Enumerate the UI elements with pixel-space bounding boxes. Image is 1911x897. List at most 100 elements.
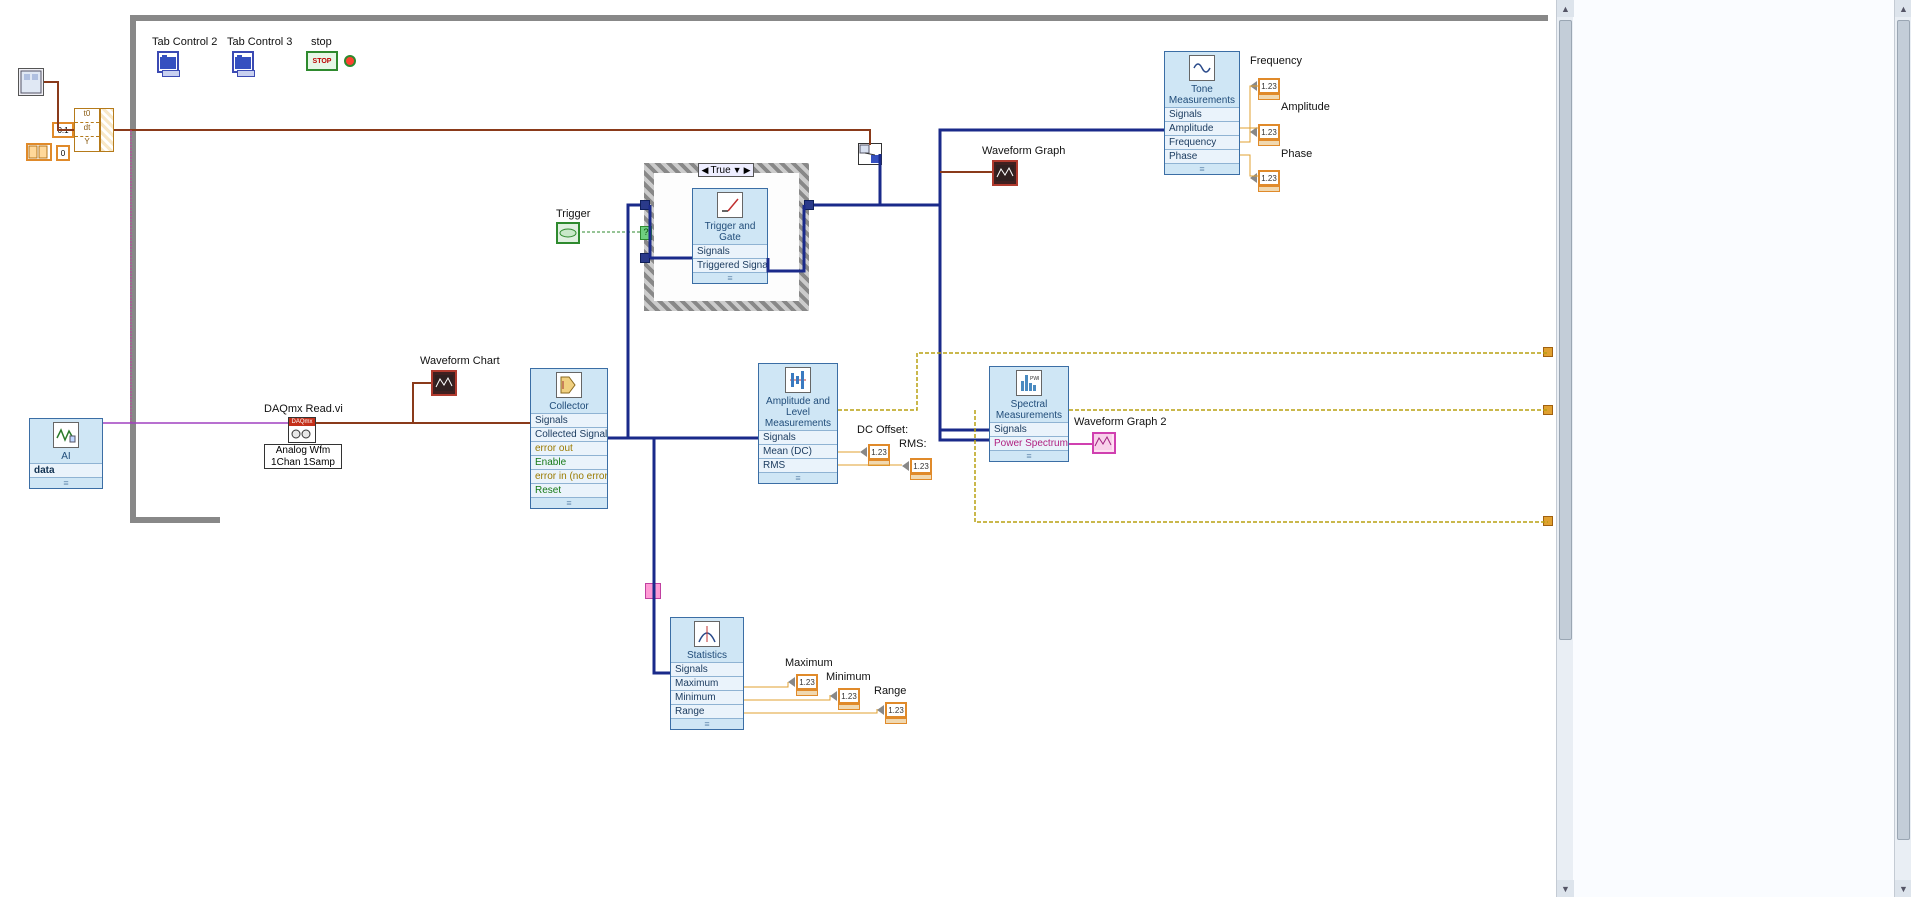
trigger-gate-row-triggered[interactable]: Triggered Signals [693,258,767,272]
express-collector[interactable]: Collector Signals Collected Signals erro… [530,368,608,509]
indicator-frequency[interactable]: 1.23 [1250,78,1280,94]
tone-row-signals[interactable]: Signals [1165,107,1239,121]
label-waveform-graph: Waveform Graph [982,145,1065,157]
label-tab-control-3: Tab Control 3 [227,36,292,48]
express-amp-level[interactable]: Amplitude and Level Measurements Signals… [758,363,838,484]
vertical-scrollbar-outer[interactable]: ▲ ▼ [1894,0,1911,897]
collector-row-signals[interactable]: Signals [531,413,607,427]
label-amplitude: Amplitude [1281,101,1330,113]
constant-zero-value: 0 [56,145,70,161]
express-spectral[interactable]: PWR Spectral Measurements Signals Power … [989,366,1069,462]
build-waveform-node[interactable]: t0 dt Y [74,108,100,152]
label-tab-control-2: Tab Control 2 [152,36,217,48]
spectral-title: Spectral Measurements [990,398,1068,422]
daqmx-read-node[interactable]: DAQmx [288,417,316,443]
indicator-amplitude[interactable]: 1.23 [1250,124,1280,140]
tunnel-right-1 [1543,347,1553,357]
case-next-icon[interactable]: ▶ [744,165,751,176]
trigger-gate-row-signals[interactable]: Signals [693,244,767,258]
terminal-tab-control-3[interactable] [232,51,254,73]
tone-row-phase[interactable]: Phase [1165,149,1239,163]
tone-row-frequency[interactable]: Frequency [1165,135,1239,149]
express-tone[interactable]: Tone Measurements Signals Amplitude Freq… [1164,51,1240,175]
waveform-dt-terminal: dt [75,123,99,137]
ai-title: AI [30,450,102,463]
indicator-phase[interactable]: 1.23 [1250,170,1280,186]
case-tunnel-in-top [640,200,650,210]
case-selector[interactable]: ◀ True ▼ ▶ [698,163,754,177]
trigger-gate-expand-icon[interactable]: ≡ [693,272,767,283]
tone-expand-icon[interactable]: ≡ [1165,163,1239,174]
constant-zero[interactable]: 0 [56,145,70,161]
case-tunnel-out [804,200,814,210]
collector-expand-icon[interactable]: ≡ [531,497,607,508]
right-panel-area [1556,0,1894,897]
terminal-waveform-graph[interactable] [992,160,1018,186]
trigger-gate-icon [717,192,743,218]
indicator-rms[interactable]: 1.23 [902,458,932,474]
amp-level-row-mean[interactable]: Mean (DC) [759,444,837,458]
collector-row-errorout[interactable]: error out [531,441,607,455]
amp-level-row-signals[interactable]: Signals [759,430,837,444]
terminal-waveform-chart[interactable] [431,370,457,396]
ai-icon [53,422,79,448]
amp-level-expand-icon[interactable]: ≡ [759,472,837,483]
indicator-dc-offset[interactable]: 1.23 [860,444,890,460]
label-waveform-graph2: Waveform Graph 2 [1074,416,1167,428]
block-diagram-canvas[interactable]: t0 dt Y 0.1 0 Tab Control 2 Tab Control … [0,0,1556,897]
express-statistics[interactable]: Statistics Signals Maximum Minimum Range… [670,617,744,730]
indicator-maximum[interactable]: 1.23 [788,674,818,690]
vertical-scrollbar-inner[interactable]: ▲ ▼ [1556,0,1573,897]
collector-row-collected[interactable]: Collected Signals [531,427,607,441]
daqmx-polymorphic-selector[interactable]: Analog Wfm 1Chan 1Samp [264,444,342,469]
case-selector-text: True [710,165,730,176]
terminal-waveform-graph2[interactable] [1092,432,1116,454]
daqmx-banner: DAQmx [289,418,315,426]
convert-dynamic-node[interactable] [858,143,882,165]
indicator-minimum[interactable]: 1.23 [830,688,860,704]
constant-dt[interactable]: 0.1 [52,122,74,138]
case-dropdown-icon[interactable]: ▼ [733,165,742,175]
array-size-icon[interactable] [26,143,52,161]
terminal-stop-button[interactable]: STOP [306,51,338,71]
express-trigger-gate[interactable]: Trigger and Gate Signals Triggered Signa… [692,188,768,284]
amp-level-row-rms[interactable]: RMS [759,458,837,472]
trigger-boolean-control[interactable] [556,222,580,244]
case-prev-icon[interactable]: ◀ [702,165,709,176]
svg-text:PWR: PWR [1030,376,1039,382]
indicator-range[interactable]: 1.23 [877,702,907,718]
statistics-title: Statistics [671,649,743,662]
collector-title: Collector [531,400,607,413]
statistics-row-signals[interactable]: Signals [671,662,743,676]
case-tunnel-in-bottom [640,253,650,263]
constant-dt-value: 0.1 [52,122,74,138]
while-loop-bottom-left [130,517,220,523]
waveform-y-terminal: Y [75,137,99,151]
label-rms: RMS: [899,438,927,450]
ai-row-data[interactable]: data [30,463,102,477]
label-phase: Phase [1281,148,1312,160]
spectral-row-power[interactable]: Power Spectrum [990,436,1068,450]
collector-row-reset[interactable]: Reset [531,483,607,497]
spectral-expand-icon[interactable]: ≡ [990,450,1068,461]
statistics-row-range[interactable]: Range [671,704,743,718]
case-selector-terminal: ? [640,226,652,240]
statistics-expand-icon[interactable]: ≡ [671,718,743,729]
express-ai[interactable]: AI data ≡ [29,418,103,489]
tone-row-amplitude[interactable]: Amplitude [1165,121,1239,135]
collector-row-errorin[interactable]: error in (no error) [531,469,607,483]
terminal-tab-control-2[interactable] [157,51,179,73]
daq-task-icon[interactable] [18,68,44,96]
while-loop-top [130,15,1548,21]
loop-stop-condition-icon[interactable] [344,55,356,67]
label-minimum: Minimum [826,671,871,683]
spectral-row-signals[interactable]: Signals [990,422,1068,436]
label-maximum: Maximum [785,657,833,669]
label-dc-offset: DC Offset: [857,424,908,436]
statistics-row-max[interactable]: Maximum [671,676,743,690]
collector-row-enable[interactable]: Enable [531,455,607,469]
ai-expand-icon[interactable]: ≡ [30,477,102,488]
statistics-row-min[interactable]: Minimum [671,690,743,704]
spectral-icon: PWR [1016,370,1042,396]
label-waveform-chart: Waveform Chart [420,355,500,367]
